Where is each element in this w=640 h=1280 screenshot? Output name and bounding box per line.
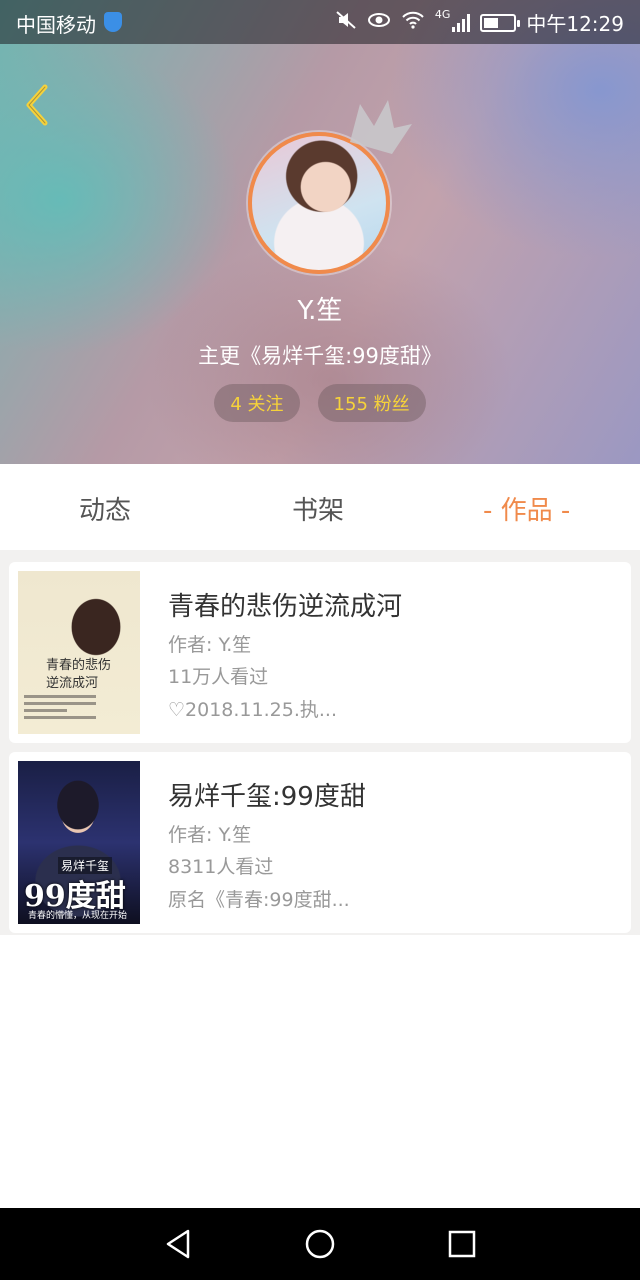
- followers-count[interactable]: 155 粉丝: [317, 384, 426, 422]
- signal-icon: [452, 13, 471, 32]
- mute-icon: [335, 10, 357, 35]
- chevron-left-icon: [26, 84, 48, 126]
- book-cover[interactable]: 易烊千玺 99度甜 青春的懵懂，从现在开始: [18, 761, 140, 924]
- nav-home-icon[interactable]: [302, 1226, 338, 1262]
- following-count[interactable]: 4 关注: [214, 384, 300, 422]
- battery-icon: [480, 13, 521, 32]
- profile-tabs: 动态 书架 - 作品 -: [0, 464, 640, 550]
- cover-title: 青春的悲伤 逆流成河: [46, 658, 112, 691]
- book-note: ♡2018.11.25.执...: [168, 699, 337, 721]
- profile-main-work[interactable]: 主更《易烊千玺:99度甜》: [0, 340, 640, 370]
- book-author: 作者: Y.笙: [168, 824, 252, 846]
- eye-icon: [367, 11, 391, 34]
- system-nav-bar: [0, 1208, 640, 1280]
- status-bar: 中国移动 4G 中午12:29: [0, 0, 640, 44]
- clock-label: 中午12:29: [526, 12, 624, 36]
- book-author: 作者: Y.笙: [168, 634, 252, 656]
- wifi-icon: [401, 11, 425, 34]
- nav-back-icon[interactable]: [160, 1226, 196, 1262]
- profile-stats: 4 关注 155 粉丝: [0, 384, 640, 422]
- carrier-label: 中国移动: [16, 13, 96, 37]
- book-cover[interactable]: 青春的悲伤 逆流成河: [18, 571, 140, 734]
- status-icons: 4G 中午12:29: [335, 8, 624, 37]
- nav-recent-icon[interactable]: [444, 1226, 480, 1262]
- tab-activity[interactable]: 动态: [79, 490, 131, 527]
- book-title[interactable]: 易烊千玺:99度甜: [168, 776, 366, 813]
- tab-bookshelf[interactable]: 书架: [292, 490, 344, 527]
- tab-works[interactable]: - 作品 -: [483, 490, 570, 527]
- works-list: 青春的悲伤 逆流成河 青春的悲伤逆流成河 作者: Y.笙 11万人看过 ♡201…: [0, 550, 640, 935]
- network-type-label: 4G: [434, 8, 451, 21]
- back-button[interactable]: [16, 80, 56, 130]
- cover-tagline: 青春的懵懂，从现在开始: [28, 911, 128, 921]
- book-views: 8311人看过: [168, 856, 274, 878]
- profile-header: 中国移动 4G 中午12:29 Y.笙 主更《易烊千玺:99度甜》 4 关注 1…: [0, 0, 640, 464]
- avatar-container[interactable]: [248, 100, 412, 276]
- book-card[interactable]: 青春的悲伤 逆流成河 青春的悲伤逆流成河 作者: Y.笙 11万人看过 ♡201…: [9, 562, 631, 743]
- book-title[interactable]: 青春的悲伤逆流成河: [168, 586, 402, 623]
- profile-name: Y.笙: [297, 296, 343, 326]
- crown-icon: [350, 100, 412, 154]
- shield-icon: [104, 12, 122, 32]
- book-views: 11万人看过: [168, 666, 269, 688]
- cover-decoration: [24, 695, 96, 723]
- book-note: 原名《青春:99度甜...: [168, 889, 350, 911]
- book-card[interactable]: 易烊千玺 99度甜 青春的懵懂，从现在开始 易烊千玺:99度甜 作者: Y.笙 …: [9, 752, 631, 933]
